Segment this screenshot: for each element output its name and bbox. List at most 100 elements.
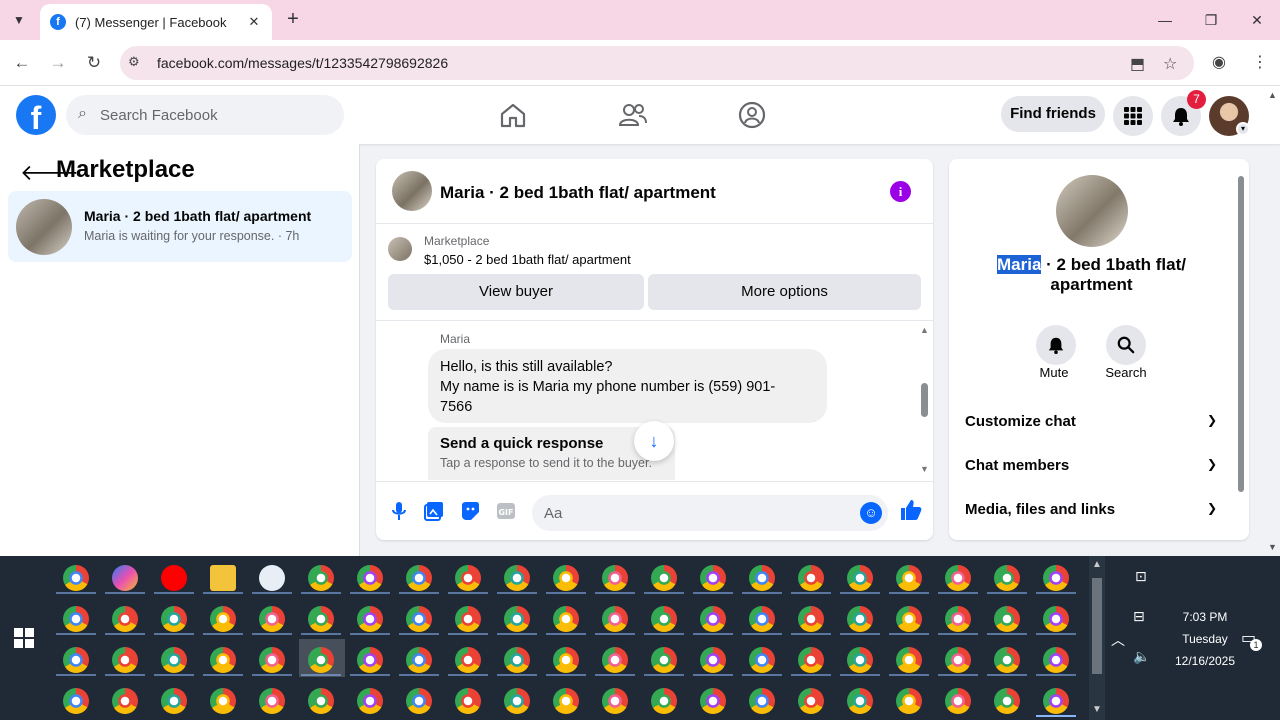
chrome-icon[interactable] [308,606,334,632]
chrome-icon[interactable] [700,647,726,673]
chrome-icon[interactable] [504,647,530,673]
chrome-icon[interactable] [357,688,383,714]
chat-scrollbar[interactable]: ▲ ▼ [919,321,931,481]
search-chat-button[interactable] [1106,325,1146,365]
back-button[interactable]: ← [10,52,34,74]
address-bar[interactable]: ⚙ facebook.com/messages/t/12335427986928… [120,46,1194,80]
scroll-down-icon[interactable]: ▼ [920,464,929,474]
chrome-icon[interactable] [798,606,824,632]
scroll-up-icon[interactable]: ▲ [920,325,929,335]
chrome-icon[interactable] [994,606,1020,632]
chrome-icon[interactable] [406,647,432,673]
chrome-icon[interactable] [994,688,1020,714]
chrome-icon[interactable] [847,688,873,714]
search-input[interactable] [100,95,330,135]
chrome-icon[interactable] [945,565,971,591]
minimize-button[interactable]: — [1150,8,1180,32]
chrome-icon[interactable] [161,606,187,632]
chrome-icon[interactable] [63,688,89,714]
chrome-icon[interactable] [455,647,481,673]
taskbar-scrollbar[interactable]: ▲ ▼ [1089,556,1105,720]
groups-icon[interactable] [737,100,767,130]
chrome-icon[interactable] [700,565,726,591]
chrome-icon[interactable] [602,606,628,632]
chrome-icon[interactable] [553,565,579,591]
chat-members-row[interactable]: Chat members ❯ [965,457,1217,481]
tab-list-button[interactable]: ▼ [6,8,32,32]
chrome-icon[interactable] [749,606,775,632]
chrome-icon[interactable] [455,606,481,632]
chrome-icon[interactable] [896,565,922,591]
chrome-icon[interactable] [112,688,138,714]
chat-avatar[interactable] [392,171,432,211]
chrome-icon[interactable] [112,647,138,673]
chrome-icon[interactable] [700,606,726,632]
install-app-icon[interactable]: ⬒ [1130,54,1145,74]
chrome-icon[interactable] [1043,688,1069,714]
chrome-icon[interactable] [945,606,971,632]
chrome-icon[interactable] [63,606,89,632]
chrome-icon[interactable] [896,647,922,673]
restore-button[interactable]: ❐ [1196,8,1226,32]
chrome-icon[interactable] [602,688,628,714]
chrome-icon[interactable] [651,606,677,632]
scroll-down-arrow-icon[interactable]: ↓ [634,421,674,461]
chrome-icon[interactable] [798,565,824,591]
chrome-icon[interactable] [504,688,530,714]
network-icon[interactable]: ⊟ [1133,608,1145,625]
customize-chat-row[interactable]: Customize chat ❯ [965,413,1217,437]
tab-close-icon[interactable]: ✕ [246,14,262,30]
chevron-up-icon[interactable]: ︿ [1111,630,1125,650]
sticker-icon[interactable] [459,500,481,522]
clock-day[interactable]: Tuesday [1160,632,1250,646]
scrollbar-thumb[interactable] [1092,578,1102,674]
clock-date[interactable]: 12/16/2025 [1160,654,1250,668]
chrome-icon[interactable] [553,606,579,632]
chrome-icon[interactable] [455,565,481,591]
more-options-button[interactable]: More options [648,274,921,310]
volume-icon[interactable]: 🔈 [1133,648,1150,665]
scroll-down-icon[interactable]: ▼ [1268,542,1277,552]
chrome-icon[interactable] [357,647,383,673]
chrome-icon[interactable] [896,606,922,632]
chrome-icon[interactable] [259,688,285,714]
facebook-logo-icon[interactable]: f [16,95,56,135]
site-info-icon[interactable]: ⚙ [128,54,140,70]
chrome-icon[interactable] [357,565,383,591]
menu-kebab-icon[interactable]: ⋮ [1252,52,1268,72]
chrome-icon[interactable] [847,647,873,673]
chrome-icon[interactable] [63,647,89,673]
forward-button[interactable]: → [46,52,70,74]
chrome-icon[interactable] [161,647,187,673]
thumbs-up-icon[interactable] [899,498,923,522]
home-icon[interactable] [498,100,528,130]
friends-icon[interactable] [618,100,648,130]
mute-button[interactable] [1036,325,1076,365]
chrome-icon[interactable] [1043,606,1069,632]
chrome-icon[interactable] [651,565,677,591]
windows-start-icon[interactable] [14,628,34,648]
chrome-icon[interactable] [308,565,334,591]
chat-title[interactable]: Maria · 2 bed 1bath flat/ apartment [440,183,716,203]
profile-icon[interactable]: ◉ [1212,52,1226,72]
copilot-icon[interactable] [112,565,138,591]
scroll-down-icon[interactable]: ▼ [1092,704,1102,715]
listing-avatar[interactable] [1056,175,1128,247]
chrome-icon[interactable] [945,688,971,714]
conversation-item[interactable]: Maria · 2 bed 1bath flat/ apartment Mari… [8,191,352,262]
chrome-icon[interactable] [504,606,530,632]
scroll-up-icon[interactable]: ▲ [1268,90,1277,100]
chrome-icon[interactable] [749,688,775,714]
file-explorer-icon[interactable] [210,565,236,591]
chrome-icon[interactable] [798,688,824,714]
chrome-icon[interactable] [63,565,89,591]
chrome-icon[interactable] [945,647,971,673]
chrome-icon[interactable] [406,606,432,632]
media-files-links-row[interactable]: Media, files and links ❯ [965,501,1217,525]
chrome-icon[interactable] [798,647,824,673]
chrome-icon[interactable] [308,688,334,714]
scroll-up-icon[interactable]: ▲ [1092,559,1102,570]
reload-button[interactable]: ↻ [82,52,106,74]
page-scrollbar[interactable]: ▲ ▼ [1266,90,1280,554]
chrome-icon[interactable] [308,647,334,673]
